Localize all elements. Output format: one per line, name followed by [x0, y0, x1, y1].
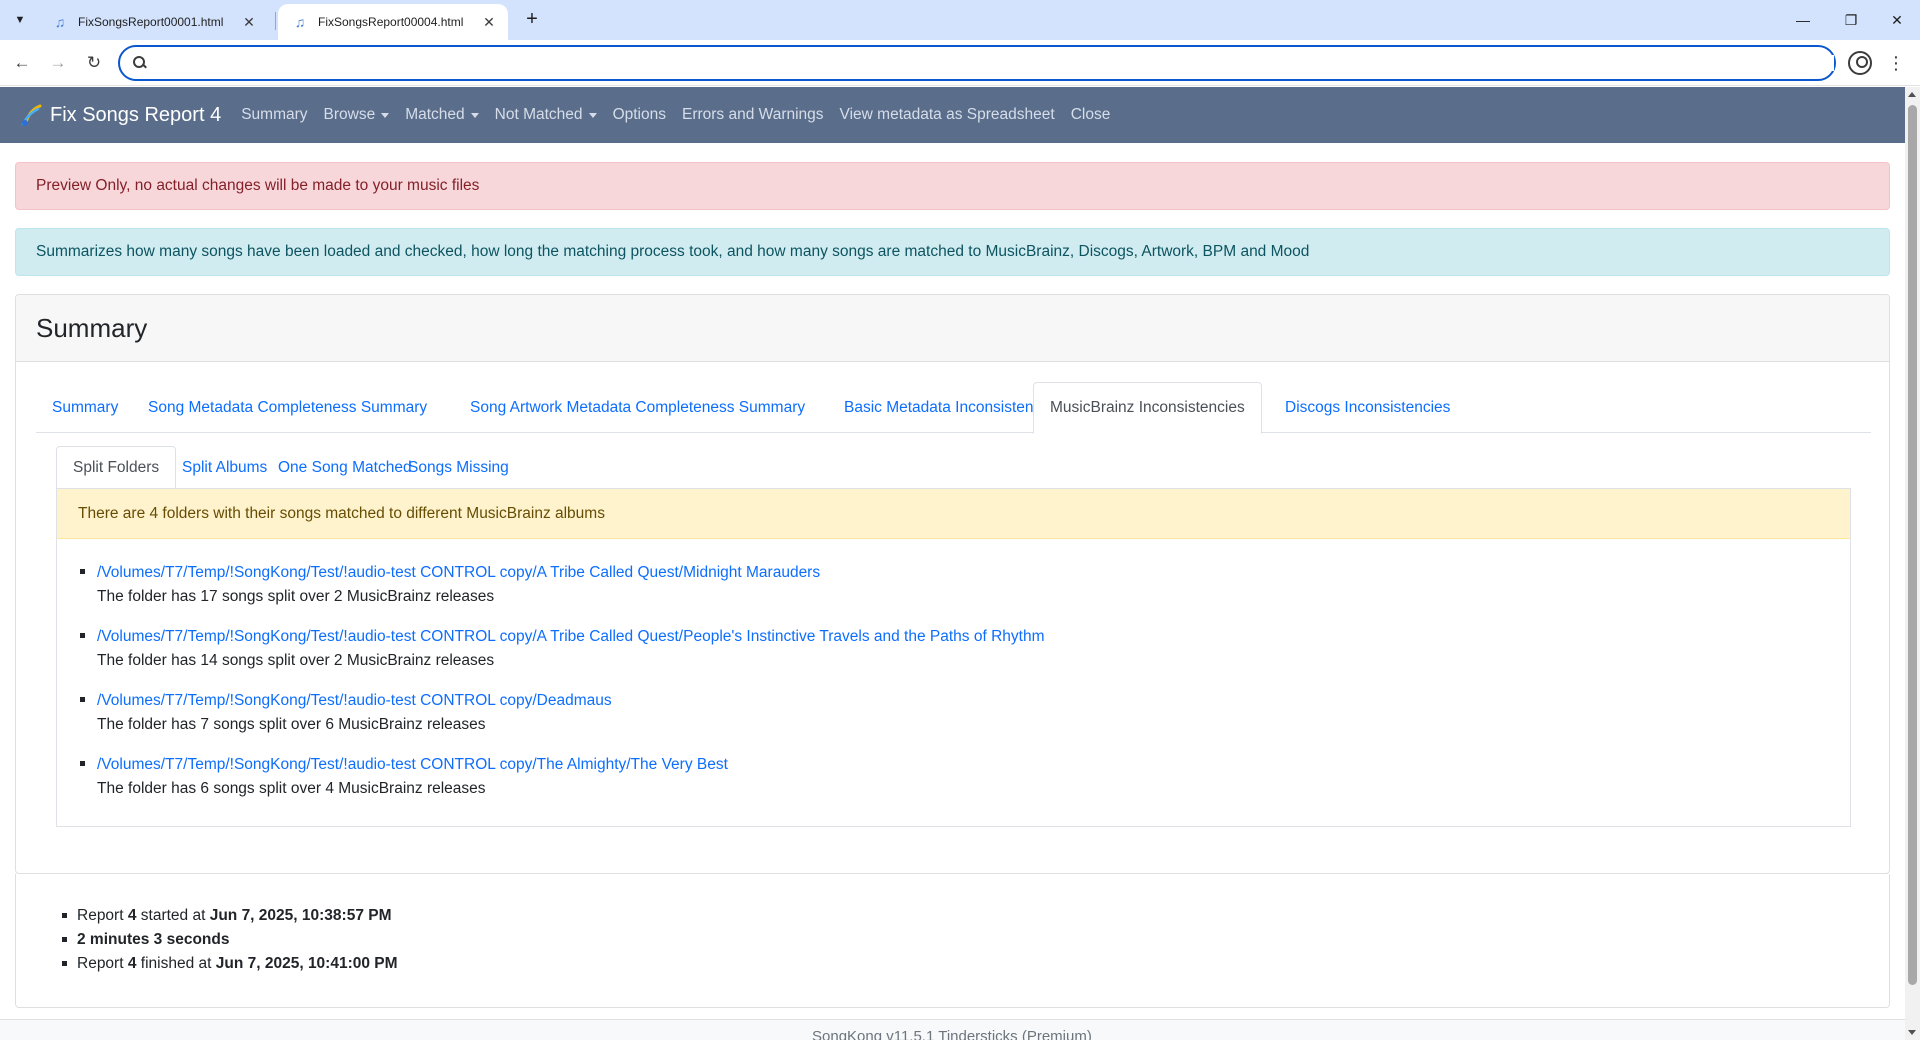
stat-duration: 2 minutes 3 seconds — [62, 928, 398, 952]
tab-search-chevron-icon[interactable]: ▼ — [8, 8, 32, 32]
split-folders-warning: There are 4 folders with their songs mat… — [57, 489, 1850, 539]
browser-tab-title: FixSongsReport00004.html — [318, 15, 464, 29]
folder-link[interactable]: /Volumes/T7/Temp/!SongKong/Test/!audio-t… — [97, 753, 1850, 777]
navbar-brand[interactable]: Fix Songs Report 4 — [18, 102, 221, 128]
nav-close[interactable]: Close — [1071, 106, 1111, 124]
reload-icon[interactable]: ↻ — [80, 49, 108, 77]
summary-card: Summary Summary Song Metadata Completene… — [15, 294, 1890, 874]
info-alert: Summarizes how many songs have been load… — [15, 228, 1890, 276]
caret-down-icon — [381, 112, 390, 118]
folder-description: The folder has 14 songs split over 2 Mus… — [97, 652, 495, 669]
nav-errors-warnings[interactable]: Errors and Warnings — [682, 106, 824, 124]
folder-link[interactable]: /Volumes/T7/Temp/!SongKong/Test/!audio-t… — [97, 625, 1850, 649]
profile-icon[interactable] — [1848, 51, 1872, 75]
nav-not-matched-dropdown[interactable]: Not Matched — [495, 106, 597, 124]
page-viewport: Fix Songs Report 4 Summary Browse Matche… — [0, 87, 1905, 1040]
folder-link[interactable]: /Volumes/T7/Temp/!SongKong/Test/!audio-t… — [97, 689, 1850, 713]
browser-tab-title: FixSongsReport00001.html — [78, 15, 224, 29]
scroll-thumb[interactable] — [1908, 105, 1917, 985]
nav-summary[interactable]: Summary — [241, 106, 307, 124]
stat-finished: Report 4 finished at Jun 7, 2025, 10:41:… — [62, 952, 398, 976]
music-note-icon: ♫ — [294, 14, 306, 30]
caret-down-icon — [588, 112, 597, 118]
page-footer: SongKong v11.5.1 Tindersticks (Premium) — [0, 1019, 1905, 1040]
caret-down-icon — [470, 112, 479, 118]
music-note-icon: ♫ — [54, 14, 66, 30]
nav-browse-dropdown[interactable]: Browse — [324, 106, 390, 124]
subtab-split-folders[interactable]: Split Folders — [56, 446, 177, 490]
folder-description: The folder has 17 songs split over 2 Mus… — [97, 588, 495, 605]
scroll-up-icon[interactable] — [1908, 92, 1916, 97]
tab-song-artwork-completeness[interactable]: Song Artwork Metadata Completeness Summa… — [454, 382, 821, 433]
browser-tabstrip: ▼ ♫ FixSongsReport00001.html ✕ ♫ FixSong… — [0, 0, 1920, 40]
restore-icon[interactable]: ❐ — [1828, 0, 1874, 40]
tab-summary[interactable]: Summary — [36, 382, 134, 433]
report-tabs: Summary Song Metadata Completeness Summa… — [36, 382, 1871, 434]
forward-arrow-icon[interactable]: → — [44, 49, 72, 77]
browser-tab-2[interactable]: ♫ FixSongsReport00004.html ✕ — [278, 4, 508, 40]
card-title: Summary — [16, 295, 1889, 362]
folder-description: The folder has 6 songs split over 4 Musi… — [97, 780, 486, 797]
subtab-songs-missing[interactable]: Songs Missing — [392, 446, 525, 489]
tab-separator — [275, 12, 276, 30]
page-scrollbar[interactable] — [1905, 87, 1920, 1040]
list-item: /Volumes/T7/Temp/!SongKong/Test/!audio-t… — [80, 561, 1850, 609]
minimize-icon[interactable]: — — [1780, 0, 1826, 40]
address-bar[interactable] — [118, 45, 1836, 81]
brand-title: Fix Songs Report 4 — [50, 103, 222, 126]
folder-link[interactable]: /Volumes/T7/Temp/!SongKong/Test/!audio-t… — [97, 561, 1850, 585]
footer-version: SongKong v11.5.1 Tindersticks (Premium) — [812, 1028, 1092, 1040]
report-stats: Report 4 started at Jun 7, 2025, 10:38:5… — [15, 874, 1890, 1008]
stats-list: Report 4 started at Jun 7, 2025, 10:38:5… — [62, 904, 398, 976]
stat-started: Report 4 started at Jun 7, 2025, 10:38:5… — [62, 904, 398, 928]
browser-toolbar: ← → ↻ ⋮ — [0, 40, 1920, 86]
tab-close-icon[interactable]: ✕ — [240, 13, 258, 31]
tab-discogs-inconsistencies[interactable]: Discogs Inconsistencies — [1269, 382, 1466, 433]
folder-description: The folder has 7 songs split over 6 Musi… — [97, 716, 486, 733]
list-item: /Volumes/T7/Temp/!SongKong/Test/!audio-t… — [80, 625, 1850, 673]
close-icon[interactable]: ✕ — [1874, 0, 1920, 40]
back-arrow-icon[interactable]: ← — [8, 49, 36, 77]
tab-musicbrainz-inconsistencies[interactable]: MusicBrainz Inconsistencies — [1033, 382, 1262, 434]
report-navbar: Fix Songs Report 4 Summary Browse Matche… — [0, 87, 1905, 143]
list-item: /Volumes/T7/Temp/!SongKong/Test/!audio-t… — [80, 753, 1850, 801]
nav-options[interactable]: Options — [613, 106, 666, 124]
tab-close-icon[interactable]: ✕ — [480, 13, 498, 31]
preview-alert: Preview Only, no actual changes will be … — [15, 162, 1890, 210]
scroll-down-icon[interactable] — [1908, 1030, 1916, 1035]
folder-list: /Volumes/T7/Temp/!SongKong/Test/!audio-t… — [57, 539, 1850, 801]
list-item: /Volumes/T7/Temp/!SongKong/Test/!audio-t… — [80, 689, 1850, 737]
musicbrainz-subtabs: Split Folders Split Albums One Song Matc… — [56, 446, 1851, 490]
nav-matched-dropdown[interactable]: Matched — [405, 106, 479, 124]
tab-song-metadata-completeness[interactable]: Song Metadata Completeness Summary — [132, 382, 443, 433]
music-note-logo-icon — [21, 104, 42, 126]
new-tab-plus-icon[interactable]: + — [520, 8, 544, 32]
search-icon — [132, 55, 148, 71]
split-folders-panel: There are 4 folders with their songs mat… — [56, 488, 1851, 827]
kebab-menu-icon[interactable]: ⋮ — [1884, 51, 1908, 75]
nav-view-spreadsheet[interactable]: View metadata as Spreadsheet — [840, 106, 1055, 124]
address-input[interactable] — [158, 55, 1834, 71]
browser-tab-1[interactable]: ♫ FixSongsReport00001.html ✕ — [38, 4, 268, 40]
